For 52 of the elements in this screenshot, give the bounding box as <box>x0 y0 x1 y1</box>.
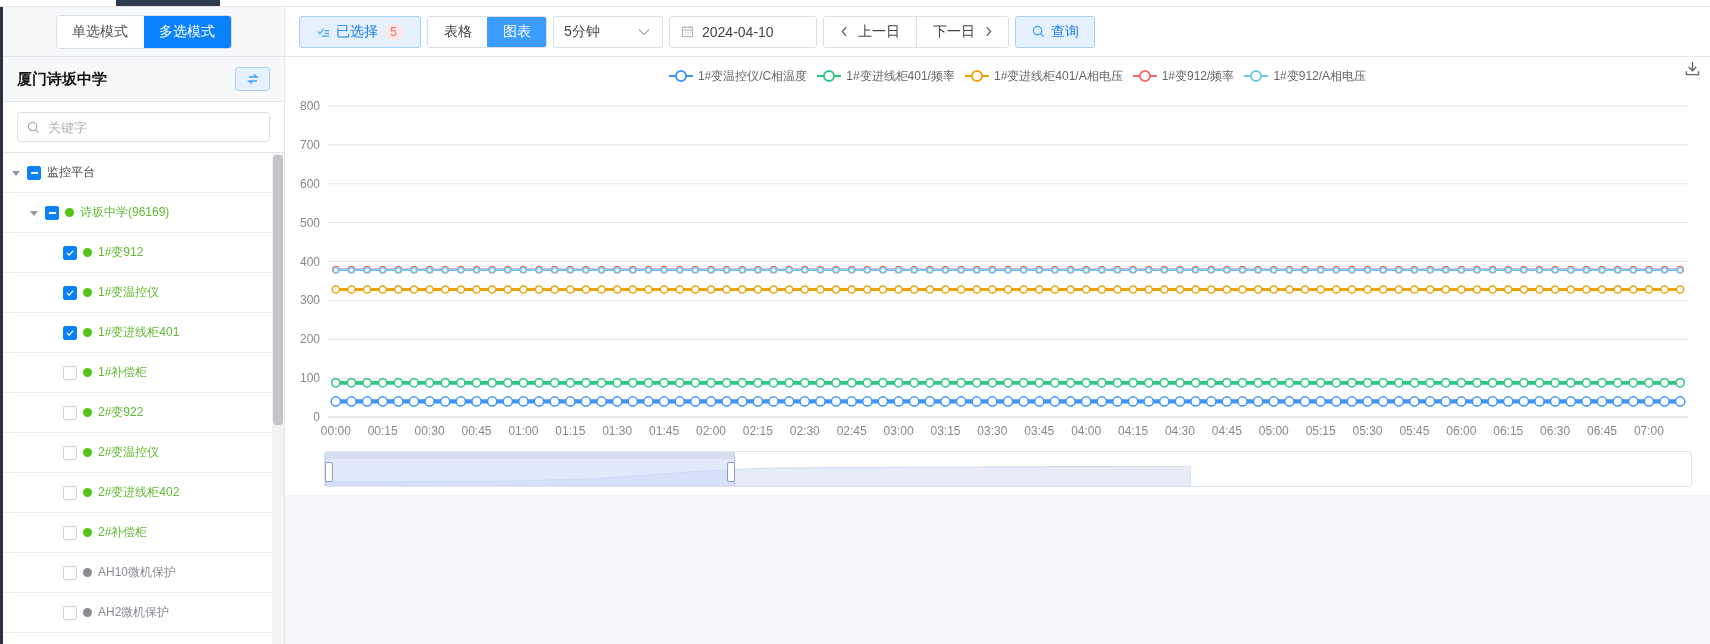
x-axis-label: 03:00 <box>883 424 914 438</box>
x-axis-label: 03:45 <box>1024 424 1055 438</box>
x-axis-label: 05:15 <box>1305 424 1336 438</box>
tree-label: 1#补偿柜 <box>98 364 148 381</box>
tree-label: AH2微机保护 <box>98 604 170 621</box>
tree-label: AH10微机保护 <box>98 564 177 581</box>
y-axis-label: 500 <box>299 215 320 230</box>
x-axis-label: 05:45 <box>1399 424 1430 438</box>
x-axis-label: 06:30 <box>1540 424 1571 438</box>
y-axis-label: 100 <box>299 371 320 386</box>
x-axis-label: 06:15 <box>1493 424 1524 438</box>
x-axis-label: 00:15 <box>367 424 398 438</box>
x-axis-label: 01:30 <box>602 424 633 438</box>
x-axis-label: 05:00 <box>1258 424 1289 438</box>
x-axis-label: 06:00 <box>1446 424 1477 438</box>
y-axis-label: 600 <box>299 176 320 191</box>
x-axis-label: 01:15 <box>555 424 586 438</box>
x-axis-label: 00:30 <box>414 424 445 438</box>
y-axis-label: 700 <box>299 137 320 152</box>
x-axis-label: 02:00 <box>695 424 726 438</box>
x-axis-label: 00:00 <box>320 424 351 438</box>
x-axis-label: 05:30 <box>1352 424 1383 438</box>
tree-label: 1#变912 <box>98 244 144 261</box>
x-axis-label: 04:15 <box>1118 424 1149 438</box>
x-axis-label: 01:45 <box>649 424 680 438</box>
y-axis-label: 400 <box>299 254 320 269</box>
y-axis-label: 0 <box>313 410 320 424</box>
x-axis-label: 04:00 <box>1071 424 1102 438</box>
tree-label: 1#变温控仪 <box>98 284 160 301</box>
y-axis-label: 300 <box>299 293 320 308</box>
tree-label: 2#变温控仪 <box>98 444 160 461</box>
x-axis-label: 04:45 <box>1211 424 1242 438</box>
x-axis-label: 02:15 <box>742 424 773 438</box>
x-axis-label: 01:00 <box>508 424 539 438</box>
tree-label: 监控平台 <box>47 164 95 181</box>
tree-label: 1#变进线柜401 <box>98 324 180 341</box>
x-axis-label: 07:00 <box>1633 424 1664 438</box>
tree-label: 2#变922 <box>98 404 144 421</box>
x-axis-label: 02:30 <box>789 424 820 438</box>
x-axis-label: 03:30 <box>977 424 1008 438</box>
sidebar-title: 厦门诗坂中学 <box>17 69 107 89</box>
y-axis-label: 800 <box>299 99 320 113</box>
x-axis-label: 04:30 <box>1164 424 1195 438</box>
y-axis-label: 200 <box>299 332 320 347</box>
x-axis-label: 06:45 <box>1587 424 1618 438</box>
tree-label: 2#变进线柜402 <box>98 484 180 501</box>
tree-label: 诗坂中学(96169) <box>80 204 170 221</box>
tree-label: 2#补偿柜 <box>98 524 148 541</box>
count-badge: 5 <box>384 22 403 41</box>
x-axis-label: 00:45 <box>461 424 492 438</box>
x-axis-label: 02:45 <box>836 424 867 438</box>
x-axis-label: 03:15 <box>930 424 961 438</box>
